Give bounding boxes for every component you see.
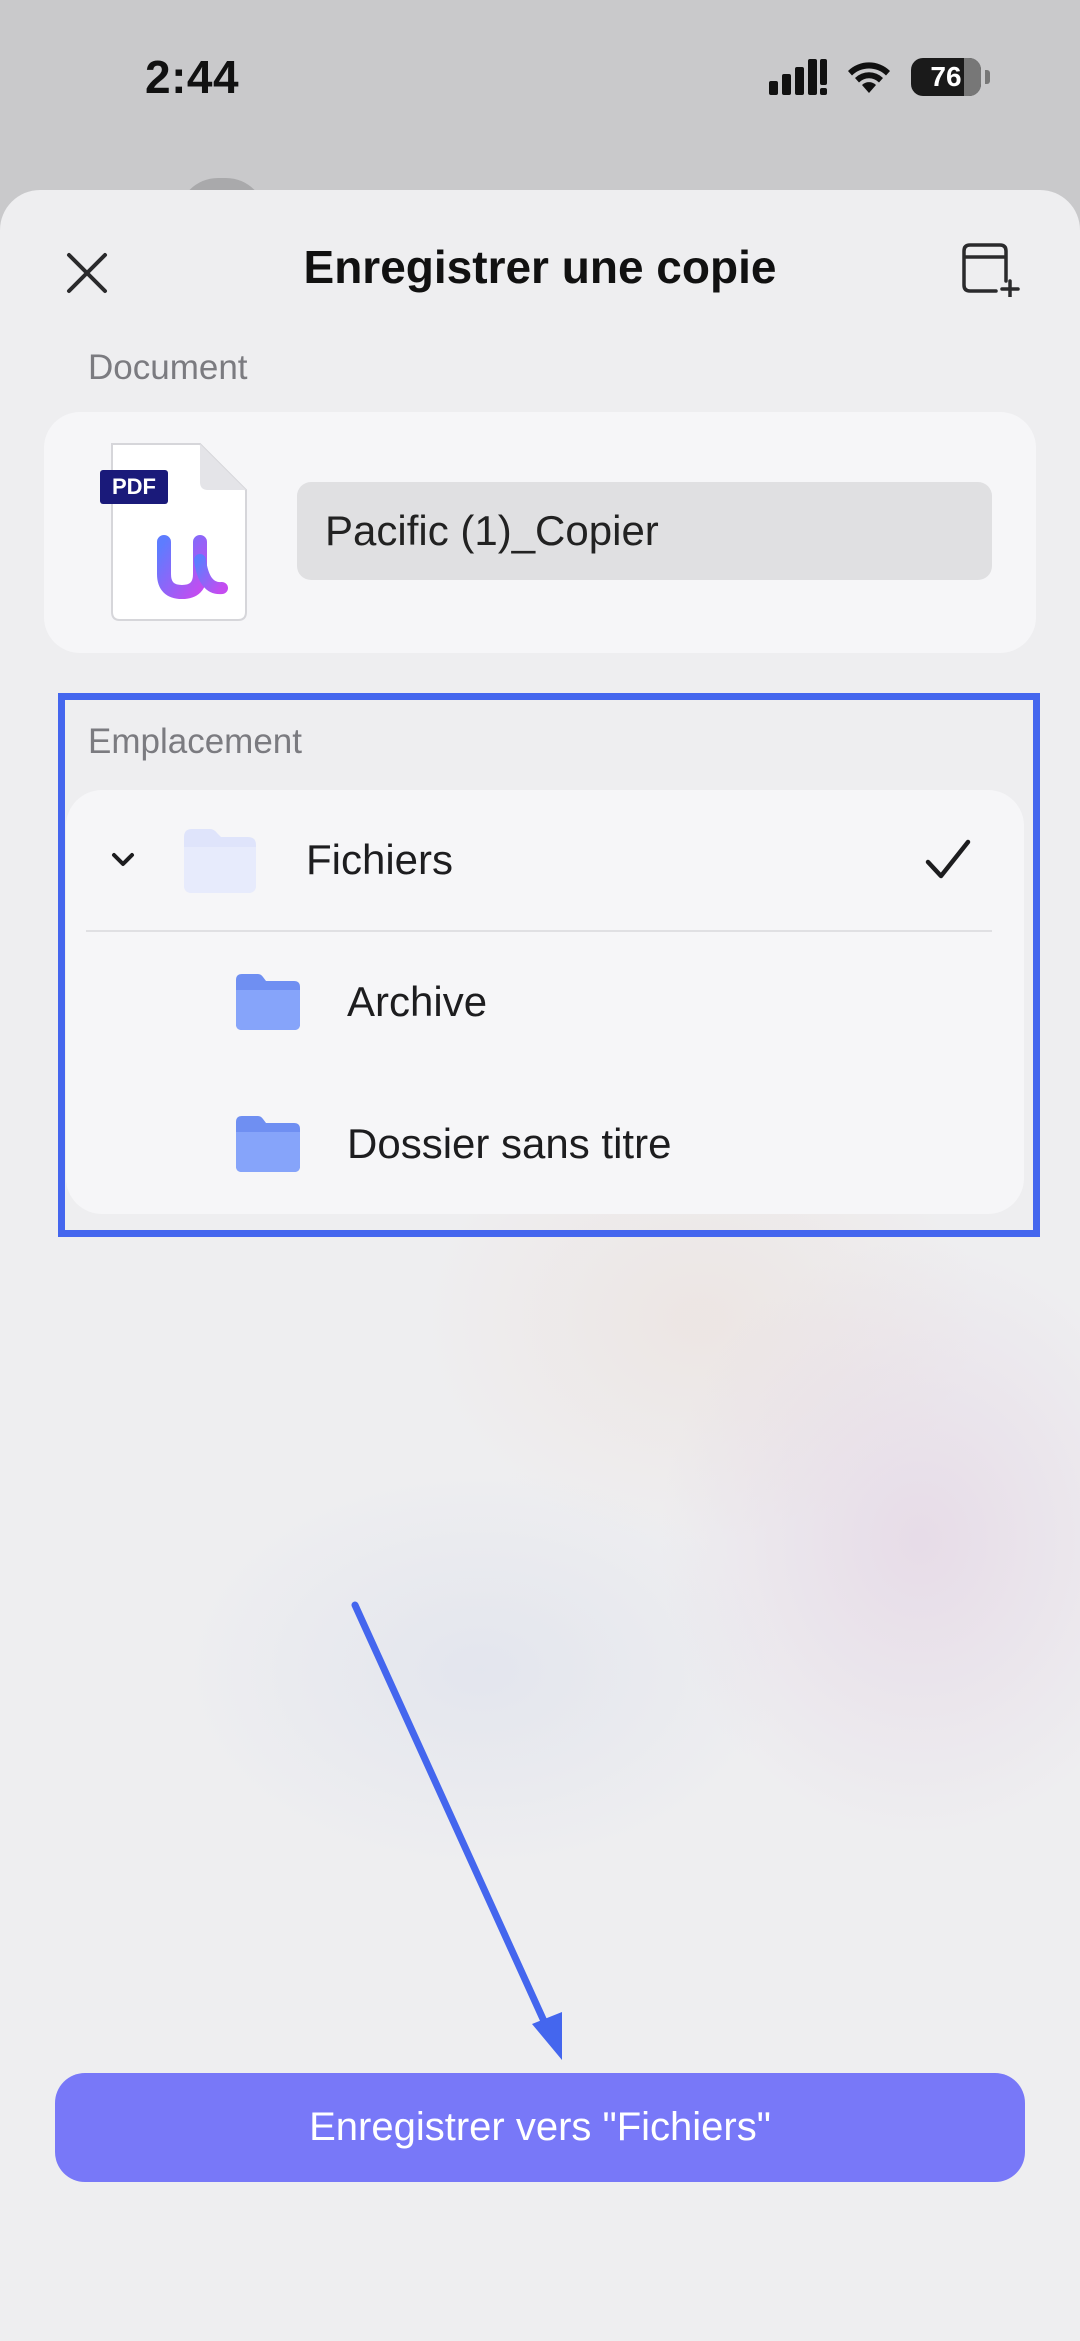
file-name-input[interactable]: Pacific (1)_Copier xyxy=(297,482,992,580)
status-bar: 2:44 76 xyxy=(0,0,1080,160)
screen: 2:44 76 Enregistrer une copie Document P… xyxy=(0,0,1080,2341)
status-time: 2:44 xyxy=(145,51,240,103)
pdf-badge: PDF xyxy=(112,474,156,499)
new-window-button[interactable] xyxy=(954,232,1028,306)
document-section-label: Document xyxy=(88,348,248,387)
new-window-plus-icon xyxy=(962,243,1020,297)
pdf-file-icon: PDF xyxy=(100,442,250,622)
signal-icon xyxy=(769,59,827,95)
battery-level: 76 xyxy=(930,61,962,92)
battery-icon: 76 xyxy=(911,58,981,96)
battery-tip xyxy=(985,70,990,84)
save-to-fichiers-button[interactable]: Enregistrer vers "Fichiers" xyxy=(55,2073,1025,2182)
save-copy-sheet: Enregistrer une copie Document PDF Pacif… xyxy=(0,190,1080,2341)
document-card: PDF Pacific (1)_Copier xyxy=(44,412,1036,653)
wifi-icon xyxy=(848,62,890,93)
status-icons: 76 xyxy=(769,58,990,96)
location-highlight-box xyxy=(58,693,1040,1237)
sheet-title: Enregistrer une copie xyxy=(303,241,777,293)
